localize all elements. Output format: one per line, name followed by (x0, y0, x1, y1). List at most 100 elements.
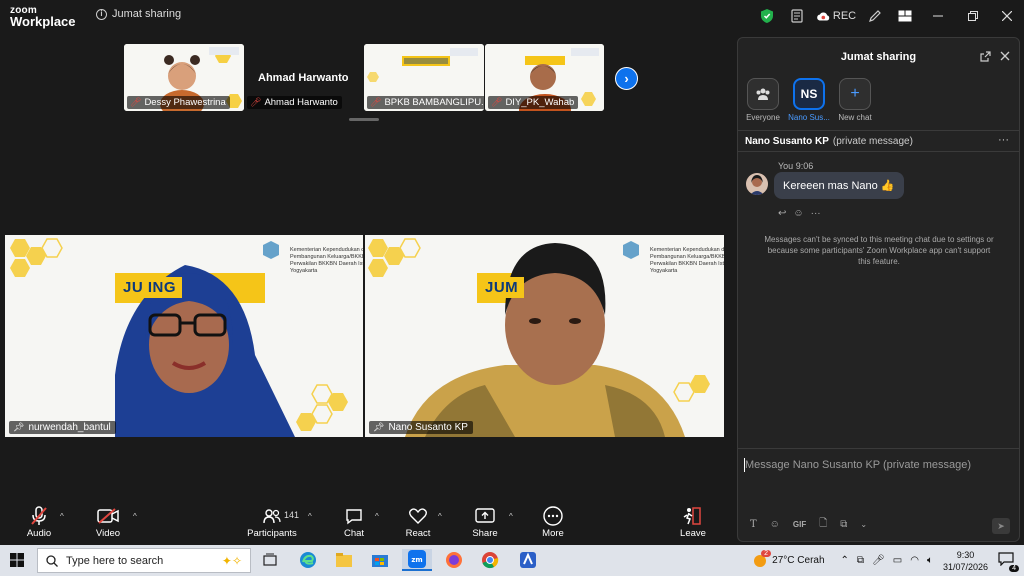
close-panel-icon[interactable] (1000, 51, 1010, 64)
speaker-icon[interactable]: 🔈︎ (927, 555, 933, 566)
pen-annotate-icon[interactable] (860, 0, 890, 32)
private-message-header: Nano Susanto KP (private message) ··· (738, 130, 1019, 152)
pm-recipient-name: Nano Susanto KP (745, 135, 829, 147)
video-stage: 🎤︎ Dessy Phawestrina Ahmad Harwanto 🎤︎ Ahm… (0, 32, 732, 500)
battery-icon[interactable]: ▭ (893, 555, 902, 566)
app-icon[interactable] (516, 549, 540, 571)
task-view-icon[interactable] (258, 549, 282, 571)
recipient-everyone[interactable]: Everyone (744, 78, 782, 122)
close-window-button[interactable] (990, 0, 1024, 32)
react-button[interactable]: React (388, 506, 448, 539)
view-layout-icon[interactable] (890, 0, 920, 32)
share-screen-icon (475, 506, 495, 526)
next-page-button[interactable]: › (615, 67, 638, 90)
chevron-up-icon[interactable]: ⌃ (841, 555, 849, 566)
pin-icon: 📌︎ (13, 422, 25, 432)
meeting-title: Jumat sharing (112, 8, 182, 20)
participant-name-label: 🎤︎ Ahmad Harwanto (247, 96, 342, 109)
org-caption: Kementerian Kependudukan dan Pembangunan… (650, 247, 724, 274)
participant-thumbnail[interactable]: 🎤︎ DIY_PK_Wahab (485, 44, 604, 111)
firefox-icon[interactable] (442, 549, 466, 571)
audio-button[interactable]: Audio (9, 506, 69, 539)
more-button[interactable]: More (523, 506, 583, 539)
new-chat-button[interactable]: + New chat (836, 78, 874, 122)
video-tile[interactable]: JUM Kementerian Kependudukan dan Pembang… (365, 235, 724, 437)
summary-icon[interactable] (782, 0, 812, 32)
notification-icon[interactable]: 4 (998, 552, 1019, 572)
gif-icon[interactable]: GIF (793, 520, 806, 529)
react-options-caret[interactable]: ^ (438, 512, 442, 521)
event-banner: JUM (479, 277, 525, 298)
leave-button[interactable]: Leave (663, 506, 723, 539)
meeting-toolbar: Audio ^ Video ^ Participants 141 ^ Chat … (0, 500, 732, 545)
leave-door-icon (683, 506, 703, 526)
chevron-right-icon: › (624, 71, 629, 86)
file-explorer-icon[interactable] (332, 549, 356, 571)
participant-name-label: 📌︎ nurwendah_bantul (9, 421, 116, 434)
chat-message-bubble[interactable]: Kereeen mas Nano 👍 (774, 172, 904, 199)
clock[interactable]: 9:30 31/07/2026 (943, 549, 988, 573)
meeting-info-button[interactable]: i Jumat sharing (96, 8, 181, 20)
share-options-caret[interactable]: ^ (509, 512, 513, 521)
chat-button[interactable]: Chat (324, 506, 384, 539)
participant-name-label: 📌︎ Nano Susanto KP (369, 421, 473, 434)
store-icon[interactable] (368, 549, 392, 571)
video-options-caret[interactable]: ^ (133, 512, 137, 521)
taskbar-search[interactable]: Type here to search ✦✧ (37, 548, 251, 573)
edge-browser-icon[interactable] (296, 549, 320, 571)
file-icon[interactable]: 🗋 (819, 516, 827, 533)
reply-icon[interactable]: ↩ (778, 208, 786, 219)
title-bar: zoom Workplace i Jumat sharing REC (0, 0, 1024, 32)
windows-taskbar: Type here to search ✦✧ zm 2 27°C Cerah ⌃… (0, 545, 1024, 576)
mic-muted-icon: 🎤︎ (250, 97, 262, 107)
minimize-button[interactable] (920, 0, 956, 32)
more-options-icon[interactable]: ··· (998, 134, 1009, 146)
chat-options-caret[interactable]: ^ (375, 512, 379, 521)
participant-thumbnail[interactable]: Ahmad Harwanto 🎤︎ Ahmad Harwanto (244, 44, 364, 111)
recording-indicator[interactable]: REC (812, 0, 860, 32)
security-shield-icon[interactable] (752, 0, 782, 32)
chat-icon (345, 506, 363, 526)
text-format-icon[interactable]: T (750, 519, 757, 530)
emoji-reaction-icon[interactable]: ☺ (793, 208, 803, 219)
mic-muted-icon (30, 506, 48, 526)
participant-thumbnail[interactable]: 🎤︎ Dessy Phawestrina (124, 44, 244, 111)
share-button[interactable]: Share (455, 506, 515, 539)
video-button[interactable]: Video (78, 506, 138, 539)
audio-options-caret[interactable]: ^ (60, 512, 64, 521)
heart-icon (409, 506, 427, 526)
plus-icon: + (839, 78, 871, 110)
participant-name-label: 🎤︎ Dessy Phawestrina (127, 96, 230, 109)
microphone-icon[interactable]: 🎤︎ (872, 555, 885, 566)
send-button[interactable]: ➤ (992, 518, 1010, 534)
weather-widget[interactable]: 2 27°C Cerah (752, 549, 825, 569)
emoji-icon[interactable]: ☺ (770, 519, 780, 530)
more-options-icon[interactable]: ··· (811, 208, 821, 219)
windows-start-icon[interactable] (10, 553, 24, 572)
chrome-icon[interactable] (478, 549, 502, 571)
message-input[interactable]: Message Nano Susanto KP (private message… (745, 459, 971, 471)
send-icon: ➤ (997, 520, 1005, 531)
recipient-nano-susanto[interactable]: NS Nano Sus... (788, 78, 830, 122)
system-tray: 2 27°C Cerah ⌃ ⧉ 🎤︎ ▭ ◠ 🔈︎ 9:30 31/07/20… (752, 545, 1024, 576)
restore-button[interactable] (956, 0, 990, 32)
message-meta: You 9:06 (778, 161, 814, 171)
chevron-down-icon[interactable]: ⌄ (860, 520, 867, 529)
zoom-taskbar-icon[interactable]: zm (402, 549, 432, 571)
recipient-selector: Everyone NS Nano Sus... + New chat (744, 78, 874, 122)
mic-muted-icon: 🎤︎ (130, 97, 142, 107)
participant-thumbnail[interactable]: 🎤︎ BPKB BAMBANGLIPU... (364, 44, 484, 111)
participant-name-label: 🎤︎ BPKB BAMBANGLIPU... (367, 96, 484, 109)
popout-icon[interactable] (980, 51, 991, 65)
participants-options-caret[interactable]: ^ (308, 512, 312, 521)
page-indicator (349, 118, 379, 121)
wifi-icon[interactable]: ◠ (910, 555, 919, 566)
meet-now-icon[interactable]: ⧉ (857, 555, 864, 566)
screenshot-icon[interactable]: ⧉ (840, 519, 847, 530)
video-tile[interactable]: JU ING Kementerian Kependudukan dan Pemb… (5, 235, 363, 437)
chat-panel: Jumat sharing Everyone NS Nano Sus... + … (737, 37, 1020, 542)
message-composer: Message Nano Susanto KP (private message… (738, 448, 1019, 541)
message-actions: ↩ ☺ ··· (778, 208, 821, 219)
search-icon (46, 554, 58, 567)
participant-name-card: Ahmad Harwanto (258, 72, 349, 84)
